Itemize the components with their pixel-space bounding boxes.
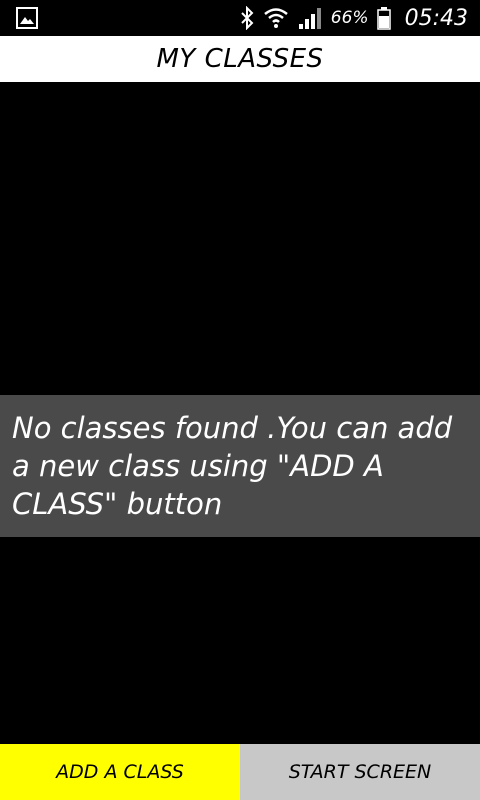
status-right: 66% 05:43 [239, 6, 468, 31]
class-list: No classes found .You can add a new clas… [0, 82, 480, 744]
app-screen: 66% 05:43 MY CLASSES No classes found .Y… [0, 0, 480, 800]
empty-state-message: No classes found .You can add a new clas… [12, 411, 453, 521]
status-bar: 66% 05:43 [0, 0, 480, 36]
page-title: MY CLASSES [156, 44, 324, 74]
add-class-button[interactable]: ADD A CLASS [0, 744, 240, 800]
bluetooth-icon [239, 6, 255, 30]
title-bar: MY CLASSES [0, 36, 480, 82]
start-screen-button[interactable]: START SCREEN [240, 744, 480, 800]
empty-state-box: No classes found .You can add a new clas… [0, 395, 480, 537]
wifi-icon [263, 6, 289, 30]
bottom-button-bar: ADD A CLASS START SCREEN [0, 744, 480, 800]
status-time: 05:43 [404, 5, 468, 31]
status-left [16, 7, 38, 29]
image-icon [16, 7, 38, 29]
battery-percentage: 66% [330, 8, 369, 28]
battery-icon [376, 6, 391, 30]
signal-icon [297, 6, 323, 30]
